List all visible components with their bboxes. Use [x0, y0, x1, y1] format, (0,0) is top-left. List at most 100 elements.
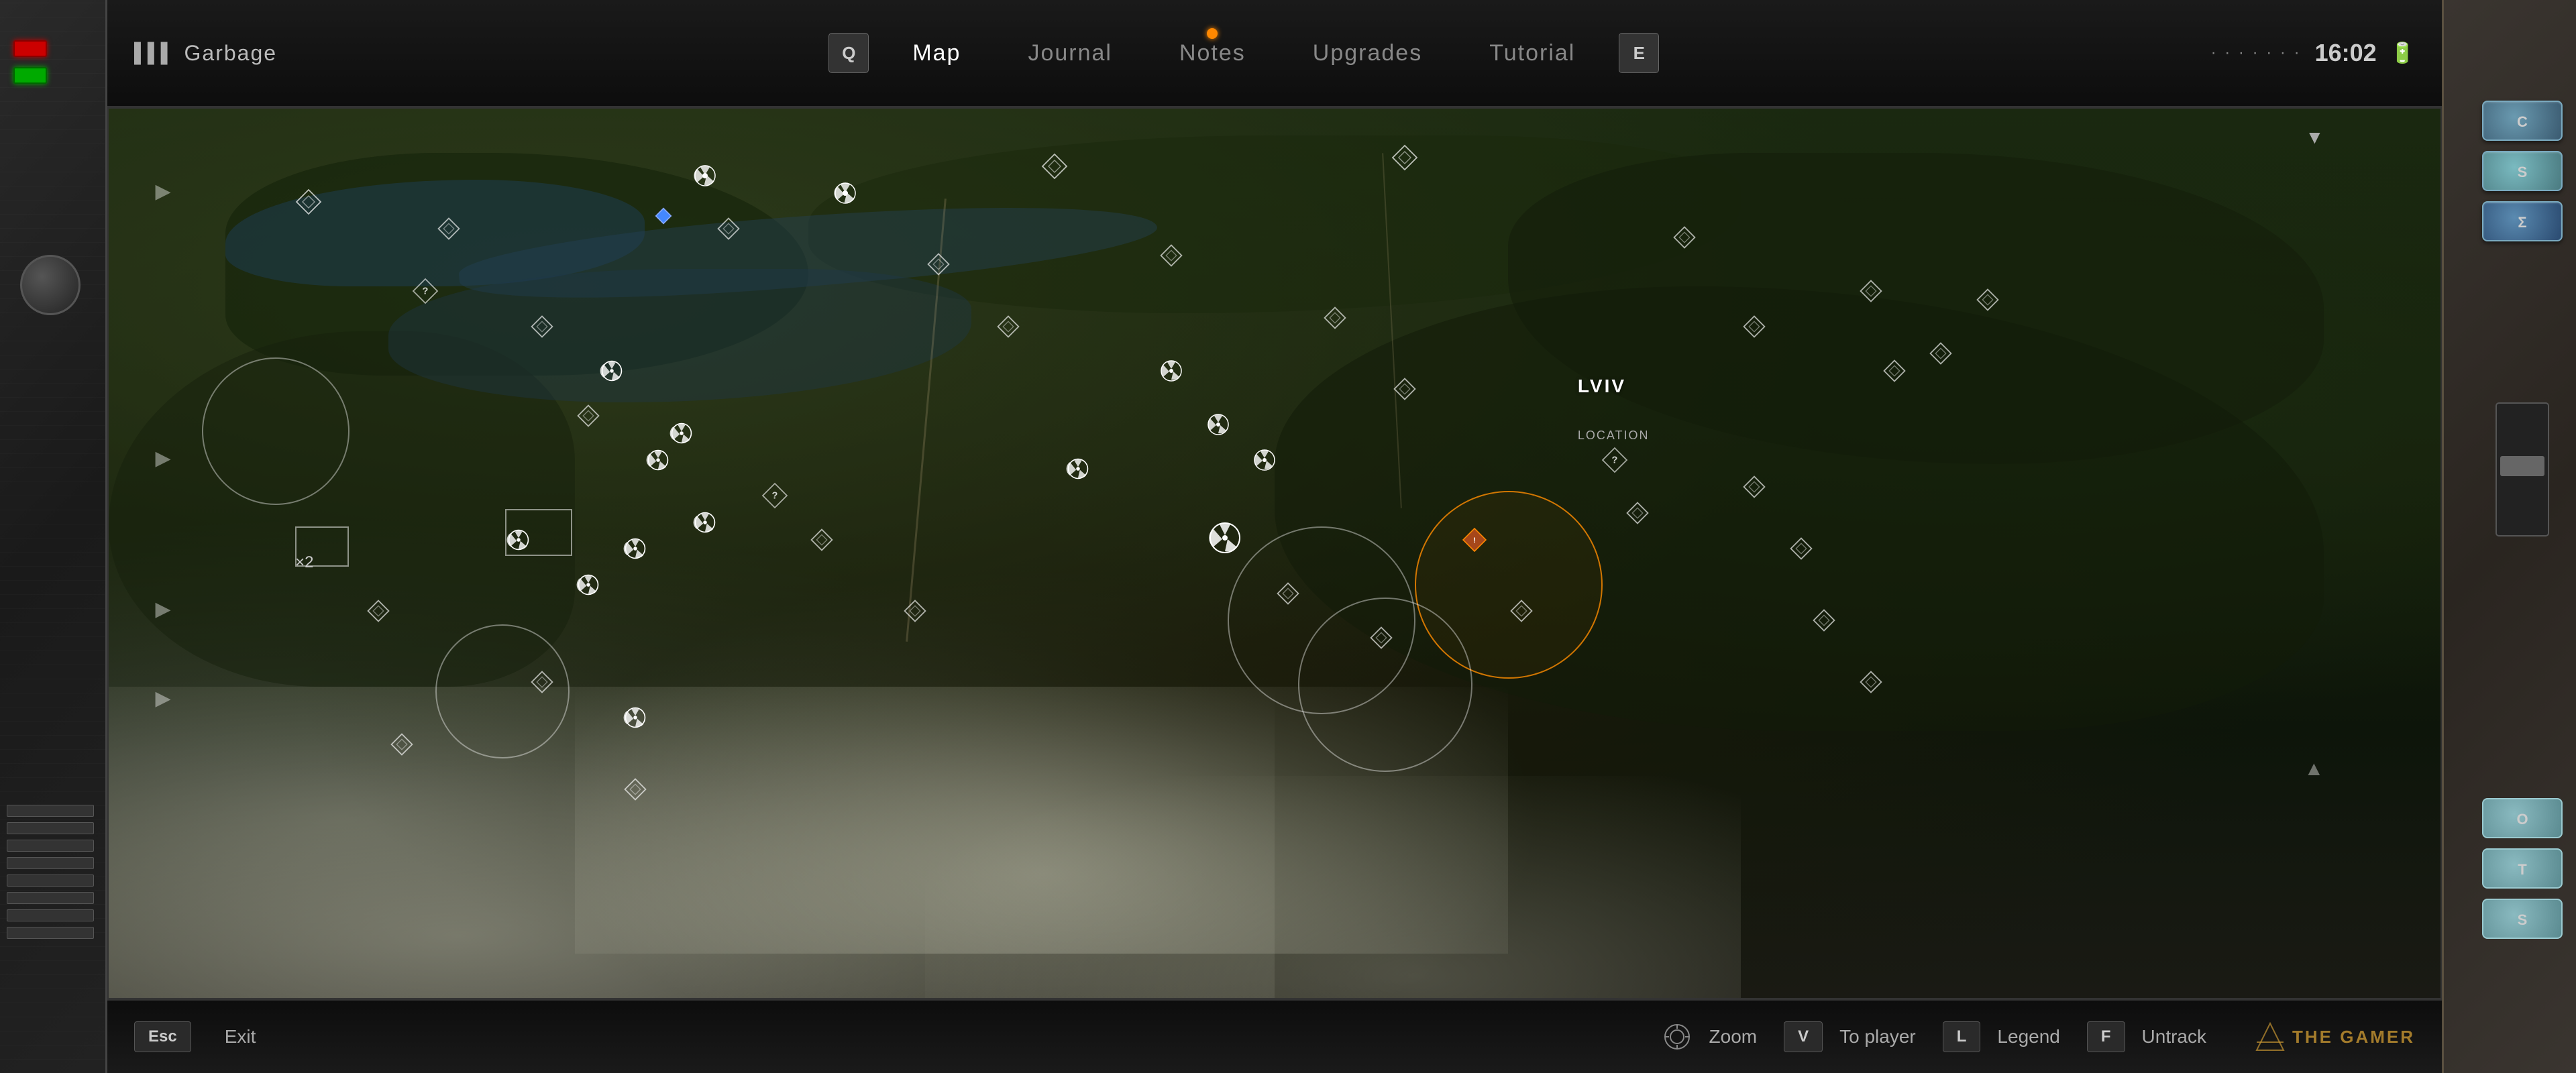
right-btn-s1[interactable]: S	[2482, 151, 2563, 191]
main-content: ▌▌▌ Garbage Q Map Journal Notes Upgrades…	[107, 0, 2442, 1073]
map-icon-d4	[529, 313, 555, 340]
right-btn-c[interactable]: C	[2482, 101, 2563, 141]
map-icon-rad-sm5	[692, 509, 718, 536]
map-icon-d6	[995, 313, 1022, 340]
status-right: · · · · · · · 16:02 🔋	[2211, 39, 2415, 67]
map-icon-rad-center	[1205, 518, 1245, 558]
map-icon-d9	[1391, 376, 1418, 402]
map-icon-question-2: ?	[761, 482, 788, 509]
map-icon-diamond-2	[1041, 153, 1068, 180]
indicator-green	[13, 67, 47, 84]
notification-dot	[1207, 28, 1218, 39]
map-icon-d15	[808, 526, 835, 553]
tab-journal[interactable]: Journal	[994, 40, 1146, 66]
map-icon-rad-4	[1205, 411, 1232, 438]
building-2	[505, 509, 572, 556]
watermark-icon	[2253, 1020, 2287, 1054]
map-icon-rad-2	[832, 180, 859, 207]
zoom-group: Zoom	[1662, 1022, 1758, 1052]
map-icon-player	[645, 198, 682, 235]
map-icon-question-1: ?	[412, 278, 439, 304]
right-slider[interactable]	[2496, 402, 2549, 536]
map-icon-d8	[1322, 304, 1348, 331]
map-icon-d19	[1508, 598, 1535, 624]
legend-group: L Legend	[1943, 1021, 2060, 1052]
map-icon-d12	[1858, 278, 1884, 304]
top-bar: ▌▌▌ Garbage Q Map Journal Notes Upgrades…	[107, 0, 2442, 107]
to-player-label: To player	[1839, 1026, 1916, 1048]
right-btn-s2-label: S	[2483, 900, 2561, 940]
tab-map[interactable]: Map	[879, 40, 994, 66]
map-icon-d20	[1624, 500, 1651, 526]
edge-arrow-mid[interactable]: ▶	[156, 447, 171, 470]
map-icon-d24	[1858, 669, 1884, 695]
right-buttons-group: C S Σ	[2482, 101, 2563, 241]
untrack-group: F Untrack	[2087, 1021, 2206, 1052]
map-icon-d23	[1811, 607, 1837, 634]
map-icon-d1	[435, 215, 462, 242]
zoom-icon	[1662, 1022, 1693, 1052]
map-icon-rad-sm6	[622, 535, 649, 562]
signal-icon: ▌▌▌	[134, 42, 174, 64]
map-icon-d29	[1974, 286, 2001, 313]
map-icon-d28	[622, 776, 649, 803]
map-icon-d14	[1927, 340, 1954, 367]
tab-upgrades[interactable]: Upgrades	[1279, 40, 1456, 66]
map-icon-d5	[1158, 242, 1185, 269]
left-slots	[7, 805, 94, 939]
right-btn-s2[interactable]: S	[2482, 899, 2563, 939]
battery-icon: 🔋	[2390, 42, 2415, 65]
map-icon-rad-sm2	[668, 420, 695, 447]
map-icon-rad-1	[692, 162, 718, 189]
map-icon-d22	[1788, 535, 1815, 562]
map-icon-diamond-3	[1391, 144, 1418, 171]
right-btn-o[interactable]: O	[2482, 798, 2563, 838]
right-btn-t[interactable]: T	[2482, 848, 2563, 889]
exit-label: Exit	[225, 1026, 256, 1048]
map-icon-diamond-1	[295, 188, 322, 215]
map-container[interactable]: ! ? ? ?	[107, 107, 2442, 999]
zoom-label: Zoom	[1709, 1026, 1758, 1048]
edge-arrow-low[interactable]: ▶	[156, 598, 171, 621]
map-icon-rad-sm7	[575, 571, 602, 598]
tab-tutorial[interactable]: Tutorial	[1456, 40, 1609, 66]
map-icon-d18	[1368, 624, 1395, 651]
map-icon-rad-5	[1251, 447, 1278, 473]
map-icon-rad-sm3	[645, 447, 672, 473]
map-icon-rad-sm1	[598, 357, 625, 384]
right-btn-o-label: O	[2483, 799, 2561, 840]
svg-text:?: ?	[1611, 455, 1617, 465]
svg-text:?: ?	[772, 490, 778, 501]
right-btn-sigma-label: Σ	[2483, 203, 2561, 243]
indicator-red	[13, 40, 47, 57]
right-panel: C S Σ O T S	[2442, 0, 2576, 1073]
untrack-label: Untrack	[2142, 1026, 2206, 1048]
f-key[interactable]: F	[2087, 1021, 2125, 1052]
bottom-bar: Esc Exit Zoom V To player L Legend F Unt…	[107, 999, 2442, 1073]
map-icon-d27	[529, 669, 555, 695]
zoom-indicator: ×2	[295, 553, 313, 572]
right-btn-t-label: T	[2483, 850, 2561, 890]
edge-arrow-bot[interactable]: ▶	[156, 687, 171, 710]
tab-notes[interactable]: Notes	[1146, 40, 1279, 66]
dots-indicator: · · · · · · ·	[2211, 44, 2302, 62]
l-key[interactable]: L	[1943, 1021, 1981, 1052]
esc-key[interactable]: Esc	[134, 1021, 191, 1052]
map-icon-d26	[388, 731, 415, 758]
location-name: LVIV	[1578, 376, 1626, 397]
watermark-group: THE GAMER	[2253, 1020, 2415, 1054]
legend-label: Legend	[1997, 1026, 2059, 1048]
scroll-indicator: ▼	[2305, 127, 2324, 148]
map-icon-d11	[1741, 313, 1768, 340]
tab-key-q[interactable]: Q	[828, 33, 869, 73]
edge-arrow-top[interactable]: ▶	[156, 180, 171, 203]
scroll-up-indicator: ▲	[2304, 758, 2324, 781]
map-icon-d21	[1741, 473, 1768, 500]
tab-key-e[interactable]: E	[1619, 33, 1659, 73]
map-icon-d17	[1275, 580, 1301, 607]
v-key[interactable]: V	[1784, 1021, 1823, 1052]
to-player-group: V To player	[1784, 1021, 1916, 1052]
left-knob[interactable]	[20, 255, 80, 315]
right-btn-sigma[interactable]: Σ	[2482, 201, 2563, 241]
map-icon-d2	[715, 215, 742, 242]
